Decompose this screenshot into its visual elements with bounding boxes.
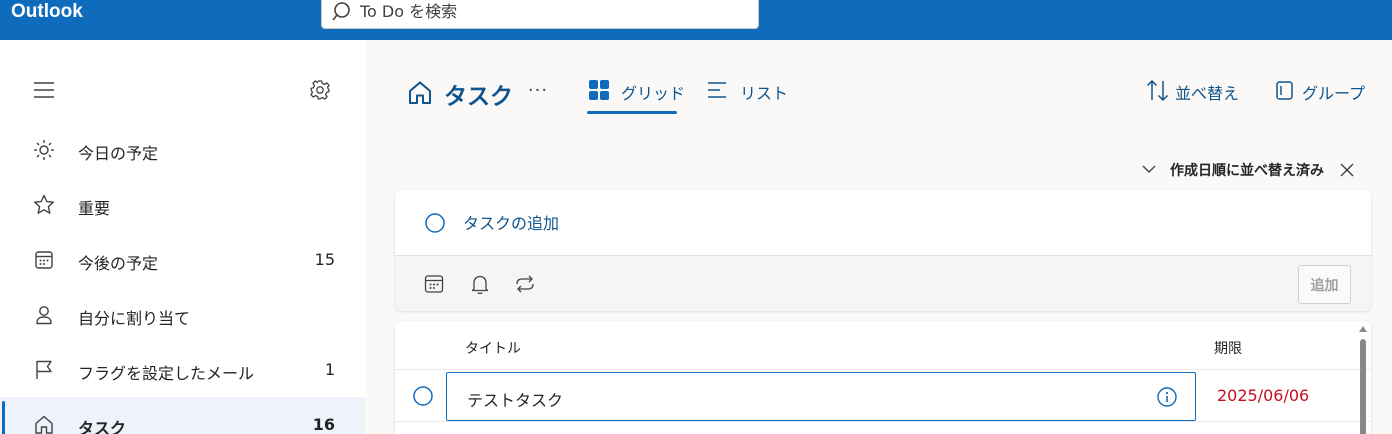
sidebar-item-label: 自分に割り当て <box>78 309 191 328</box>
group-button[interactable]: グループ <box>1272 78 1366 106</box>
sort-label: 並べ替え <box>1175 84 1240 103</box>
sidebar-item-assigned[interactable]: 自分に割り当て <box>0 287 365 342</box>
search-box[interactable] <box>321 0 759 29</box>
task-list: タイトル 期限 テストタスク 2025/06/06 <box>395 321 1371 434</box>
info-icon[interactable] <box>1156 386 1178 408</box>
person-icon <box>36 306 52 325</box>
scroll-up-arrow-icon[interactable] <box>1359 326 1367 332</box>
sidebar-item-label: 今日の予定 <box>78 144 159 163</box>
gear-icon[interactable] <box>304 76 336 104</box>
sidebar-item-label: 今後の予定 <box>78 254 159 273</box>
sort-button[interactable]: 並べ替え <box>1145 78 1245 106</box>
tab-grid[interactable]: グリッド <box>587 74 685 114</box>
task-circle-icon <box>425 213 445 233</box>
task-title: テストタスク <box>467 391 564 410</box>
tab-grid-label: グリッド <box>621 84 686 103</box>
list-icon <box>708 82 726 98</box>
group-icon <box>1276 81 1293 100</box>
sidebar-item-count: 1 <box>324 360 335 379</box>
search-icon <box>332 2 350 21</box>
sidebar-item-count: 15 <box>314 250 335 269</box>
hamburger-icon[interactable] <box>28 76 60 104</box>
complete-checkbox-icon[interactable] <box>412 385 434 407</box>
page-title: タスク <box>444 84 513 110</box>
bell-icon[interactable] <box>468 272 492 296</box>
repeat-icon[interactable] <box>513 272 537 296</box>
sidebar-item-count: 16 <box>312 415 335 434</box>
add-task-card: 追加 <box>395 190 1371 311</box>
grid-icon <box>589 80 609 100</box>
top-bar: Outlook <box>0 0 1392 40</box>
tab-list-label: リスト <box>740 84 789 103</box>
sun-icon <box>34 140 54 160</box>
table-row[interactable]: テストタスク 2025/06/06 <box>395 370 1371 422</box>
sidebar-item-flagged[interactable]: フラグを設定したメール 1 <box>0 342 365 397</box>
close-icon[interactable] <box>1337 160 1357 180</box>
app-title[interactable]: Outlook <box>11 0 83 24</box>
search-input[interactable] <box>360 0 740 24</box>
sidebar-item-tasks[interactable]: タスク 16 <box>0 397 365 434</box>
calendar-icon <box>35 251 53 269</box>
chevron-down-icon[interactable] <box>1140 160 1158 178</box>
star-icon <box>34 194 54 214</box>
group-label: グループ <box>1302 84 1366 103</box>
due-date-icon[interactable] <box>422 272 446 296</box>
add-task-input[interactable] <box>463 209 1163 237</box>
tab-list[interactable]: リスト <box>706 74 789 114</box>
scroll-thumb[interactable] <box>1360 339 1366 434</box>
sort-status-text: 作成日順に並べ替え済み <box>1170 163 1324 179</box>
sidebar-item-today[interactable]: 今日の予定 <box>0 122 365 177</box>
sidebar-item-planned[interactable]: 今後の予定 15 <box>0 232 365 287</box>
flag-icon <box>36 360 52 379</box>
add-button[interactable]: 追加 <box>1298 265 1351 304</box>
sidebar-item-label: タスク <box>78 419 127 434</box>
sidebar-item-label: 重要 <box>78 199 111 218</box>
sort-status: 作成日順に並べ替え済み <box>1140 158 1360 182</box>
task-due-date: 2025/06/06 <box>1217 386 1310 405</box>
column-header-title[interactable]: タイトル <box>465 338 521 358</box>
task-title-cell[interactable]: テストタスク <box>446 372 1196 421</box>
add-task-toolbar: 追加 <box>395 255 1371 311</box>
scrollbar[interactable] <box>1356 321 1370 434</box>
home-icon <box>409 81 431 104</box>
column-header-due[interactable]: 期限 <box>1214 338 1242 358</box>
sidebar: 今日の予定 重要 今後の予定 15 自分に割り当て フラグを設定したメール 1 <box>0 40 365 434</box>
home-icon <box>35 415 53 434</box>
sidebar-item-label: フラグを設定したメール <box>78 364 255 383</box>
more-options-button[interactable]: ··· <box>524 80 552 104</box>
sidebar-item-important[interactable]: 重要 <box>0 177 365 232</box>
sort-arrows-icon <box>1146 80 1169 101</box>
